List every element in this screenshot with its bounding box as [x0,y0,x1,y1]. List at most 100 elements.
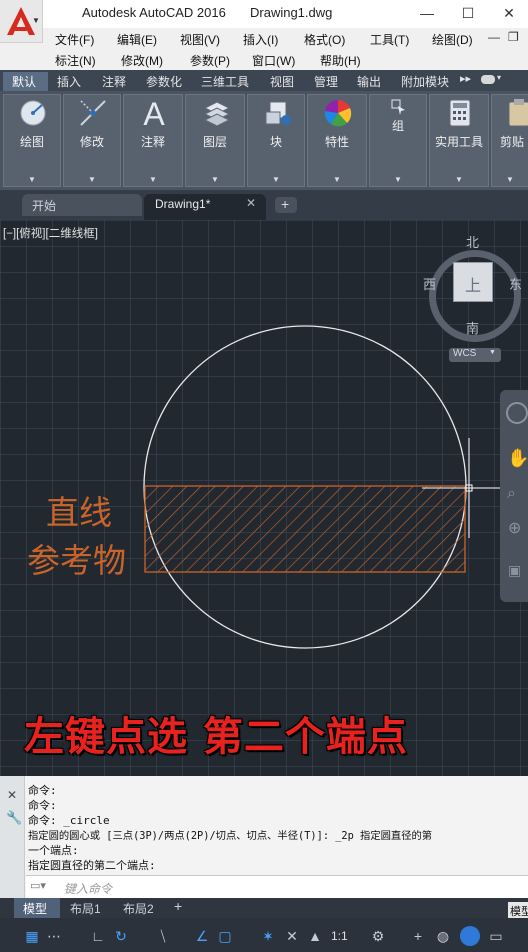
menu-edit[interactable]: 编辑(E) [117,31,157,48]
menu-insert[interactable]: 插入(I) [243,31,278,48]
polar-tracking-icon[interactable]: ↻ [111,926,131,946]
new-tab-button[interactable]: + [275,196,297,213]
tab-drawing1[interactable]: Drawing1* ✕ [144,194,266,220]
close-icon[interactable]: ✕ [246,196,256,210]
tab-insert[interactable]: 插入 [57,73,81,90]
tab-layout1[interactable]: 布局1 [70,900,101,917]
menu-dimension[interactable]: 标注(N) [55,52,96,69]
isometric-icon[interactable]: ⧹ [153,926,173,946]
command-prompt-icon[interactable]: ▭▾ [30,879,46,892]
compass-south[interactable]: 南 [466,318,479,337]
restore-doc-icon[interactable]: ❐ [508,30,519,44]
add-layout-button[interactable]: + [174,898,182,914]
annotation-scale-value[interactable]: 1:1 [331,929,348,943]
annotation-visibility-icon[interactable]: ✶ [258,926,278,946]
tab-manage[interactable]: 管理 [314,73,338,90]
menu-format[interactable]: 格式(O) [304,31,345,48]
drawing-canvas[interactable]: [−][俯视][二维线框] 北 南 西 东 上 WCS ▼ ✋ ⌕ ⊕ ▣ 直线… [0,220,528,776]
compass-west[interactable]: 西 [423,274,436,293]
viewcube-top-face[interactable]: 上 [453,262,493,302]
chevron-down-icon[interactable]: ▼ [124,175,182,184]
wcs-menu[interactable]: WCS ▼ [449,348,501,362]
maximize-button[interactable]: ☐ [453,2,483,24]
menu-draw[interactable]: 绘图(D) [432,31,473,48]
steering-wheel-icon[interactable] [506,402,528,424]
panel-properties[interactable]: 特性 ▼ [307,94,367,187]
showmotion-icon[interactable]: ▣ [508,562,521,579]
hardware-acceleration-icon[interactable] [460,926,480,946]
orbit-icon[interactable]: ⊕ [508,518,521,538]
panel-layers[interactable]: 图层 ▼ [185,94,245,187]
chevron-down-icon[interactable]: ▼ [430,175,488,184]
menu-window[interactable]: 窗口(W) [252,52,295,69]
tab-model[interactable]: 模型 [14,898,60,918]
object-snap-icon[interactable]: ▢ [215,926,235,946]
plus-icon: + [281,196,290,212]
tab-view[interactable]: 视图 [270,73,294,90]
panel-annotate[interactable]: A 注释 ▼ [123,94,183,187]
instruction-caption: 左键点选 第二个端点 [24,714,408,760]
tab-addins[interactable]: 附加模块 [401,73,449,90]
menu-tools[interactable]: 工具(T) [370,31,409,48]
auto-scale-icon[interactable]: ✕ [282,926,302,946]
tab-3d-tools[interactable]: 三维工具 [201,73,249,90]
tab-drawing1-label: Drawing1* [155,197,211,211]
viewcube-top-label: 上 [465,278,482,295]
zoom-icon[interactable]: ⌕ [507,485,516,503]
panel-toggle-icon[interactable] [481,75,495,84]
panel-modify[interactable]: 修改 ▼ [63,94,121,187]
panel-clipboard[interactable]: 剪贴 ▼ [491,94,528,187]
compass-north[interactable]: 北 [466,232,479,251]
grid-icon[interactable]: ▦ [22,926,42,946]
command-window: ✕ 🔧 命令: 命令: 命令: _circle 指定圆的圆心或 [三点(3P)/… [0,776,528,898]
tab-parametric[interactable]: 参数化 [146,73,182,90]
menu-file[interactable]: 文件(F) [55,31,94,48]
annotation-scale-icon[interactable]: ▲ [305,926,325,946]
model-space-button[interactable]: 模型 [508,902,528,918]
tab-annotate[interactable]: 注释 [102,73,126,90]
tab-output[interactable]: 输出 [357,73,381,90]
command-history-line: 指定圆的圆心或 [三点(3P)/两点(2P)/切点、切点、半径(T)]: _2p… [28,830,433,842]
menu-help[interactable]: 帮助(H) [320,52,361,69]
more-tabs-icon[interactable]: ▸▸ [460,72,471,85]
chevron-down-icon[interactable]: ▼ [492,175,528,184]
command-history-line: 命令: _circle [28,814,110,827]
close-button[interactable]: ✕ [494,2,524,24]
compass-east[interactable]: 东 [509,274,522,293]
chevron-down-icon[interactable]: ▼ [64,175,120,184]
isolate-objects-icon[interactable]: ◍ [433,926,453,946]
tab-layout2[interactable]: 布局2 [123,900,154,917]
panel-utilities[interactable]: 实用工具 ▼ [429,94,489,187]
object-snap-tracking-icon[interactable]: ∠ [192,926,212,946]
chevron-down-icon[interactable]: ▼ [4,175,60,184]
chevron-down-icon[interactable]: ▾ [497,73,501,82]
plus-icon[interactable]: + [408,926,428,946]
menu-parametric[interactable]: 参数(P) [190,52,230,69]
minimize-button[interactable]: — [412,2,442,24]
pan-hand-icon[interactable]: ✋ [507,448,528,469]
snap-icon[interactable]: ⋯ [44,926,64,946]
application-menu-button[interactable]: ▼ [0,0,43,43]
minimize-doc-icon[interactable]: — [488,30,500,44]
command-input[interactable]: ▭▾ 键入命令 [26,875,528,898]
app-title: Autodesk AutoCAD 2016 [82,5,226,20]
panel-group[interactable]: 组 ▼ [369,94,427,187]
ortho-icon[interactable]: ∟ [88,926,108,946]
chevron-down-icon[interactable]: ▼ [186,175,244,184]
hatch-reference-rect [144,485,466,573]
tab-start[interactable]: 开始 [22,194,142,216]
menu-view[interactable]: 视图(V) [180,31,220,48]
chevron-down-icon[interactable]: ▼ [248,175,304,184]
wcs-label: WCS [453,348,477,359]
gear-icon[interactable]: ⚙ [368,926,388,946]
wrench-icon[interactable]: 🔧 [6,810,22,826]
menu-modify[interactable]: 修改(M) [121,52,163,69]
tab-home[interactable]: 默认 [12,73,36,90]
chevron-down-icon[interactable]: ▼ [370,175,426,184]
panel-block[interactable]: 块 ▼ [247,94,305,187]
close-icon[interactable]: ✕ [7,788,17,802]
chevron-down-icon[interactable]: ▼ [308,175,366,184]
panel-draw[interactable]: 绘图 ▼ [3,94,61,187]
clean-screen-icon[interactable]: ▭ [486,926,506,946]
command-grip[interactable]: ✕ 🔧 [0,776,25,898]
